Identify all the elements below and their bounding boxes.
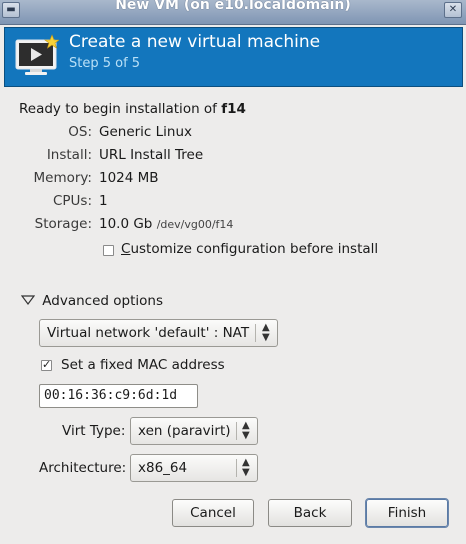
wizard-title: Create a new virtual machine: [69, 32, 321, 52]
storage-value: 10.0 Gb: [99, 216, 153, 232]
close-icon[interactable]: ✕: [444, 2, 462, 18]
cancel-button[interactable]: Cancel: [172, 499, 254, 527]
cpus-value: 1: [99, 193, 108, 209]
customize-label-rest: ustomize configuration before install: [130, 241, 379, 257]
virt-type-label: Virt Type:: [62, 423, 126, 439]
ready-line: Ready to begin installation of f14: [19, 101, 246, 117]
storage-path: /dev/vg00/f14: [156, 218, 234, 231]
ready-text: Ready to begin installation of: [19, 101, 217, 117]
combo-separator: [255, 324, 256, 342]
combo-separator: [236, 422, 237, 440]
customize-checkbox[interactable]: [103, 245, 114, 256]
network-select[interactable]: Virtual network 'default' : NAT ▲ ▼: [39, 319, 278, 347]
memory-value: 1024 MB: [99, 170, 159, 186]
expander-arrow-icon: [20, 295, 36, 305]
fixed-mac-label[interactable]: Set a fixed MAC address: [61, 357, 225, 373]
vm-name: f14: [221, 101, 246, 117]
advanced-label: Advanced options: [42, 293, 163, 309]
back-button[interactable]: Back: [268, 499, 352, 527]
install-value: URL Install Tree: [99, 147, 204, 163]
window-titlebar[interactable]: ▬ New VM (on e10.localdomain) ✕: [0, 0, 466, 25]
virt-type-select[interactable]: xen (paravirt) ▲ ▼: [130, 417, 258, 445]
network-selected: Virtual network 'default' : NAT: [47, 325, 250, 341]
os-value: Generic Linux: [99, 124, 193, 140]
window-title: New VM (on e10.localdomain): [115, 0, 351, 13]
architecture-selected: x86_64: [138, 460, 188, 476]
os-label: OS:: [68, 124, 92, 140]
memory-label: Memory:: [33, 170, 92, 186]
combo-separator: [236, 459, 237, 477]
wizard-header: Create a new virtual machine Step 5 of 5: [4, 27, 463, 87]
mac-address-field[interactable]: 00:16:36:c9:6d:1d: [39, 384, 198, 408]
virtual-machine-icon: [15, 34, 59, 75]
storage-row: 10.0 Gb /dev/vg00/f14: [99, 216, 233, 232]
architecture-label: Architecture:: [39, 460, 127, 476]
virt-type-selected: xen (paravirt): [138, 423, 231, 439]
wizard-step: Step 5 of 5: [69, 56, 141, 71]
updown-arrows-icon: ▲ ▼: [242, 420, 250, 441]
architecture-select[interactable]: x86_64 ▲ ▼: [130, 454, 258, 482]
advanced-expander[interactable]: Advanced options: [20, 293, 163, 309]
finish-button[interactable]: Finish: [365, 498, 449, 528]
cpus-label: CPUs:: [52, 193, 92, 209]
updown-arrows-icon: ▲ ▼: [262, 322, 270, 343]
fixed-mac-checkbox[interactable]: [41, 358, 52, 371]
updown-arrows-icon: ▲ ▼: [242, 457, 250, 478]
storage-label: Storage:: [34, 216, 92, 232]
install-label: Install:: [46, 147, 92, 163]
customize-label[interactable]: Customize configuration before install: [121, 241, 378, 257]
